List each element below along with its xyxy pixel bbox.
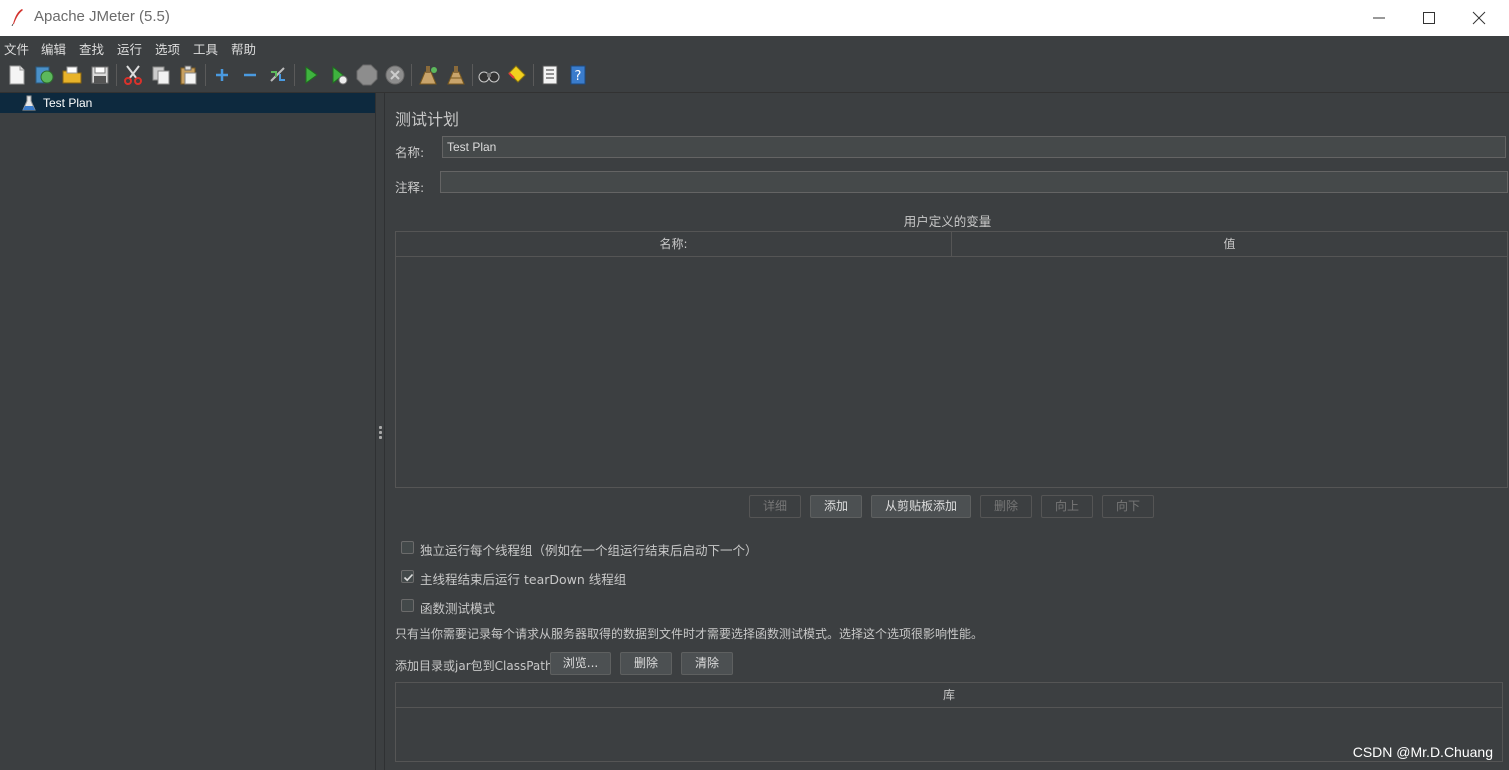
- save-icon[interactable]: [89, 64, 111, 86]
- functional-test-mode-label: 函数测试模式: [420, 601, 496, 616]
- menu-search[interactable]: 查找: [79, 39, 104, 58]
- name-label: 名称:: [395, 145, 425, 160]
- browse-button[interactable]: 浏览...: [550, 652, 611, 675]
- clear-all-icon[interactable]: [445, 64, 467, 86]
- move-down-button[interactable]: 向下: [1102, 495, 1154, 518]
- collapse-icon[interactable]: [239, 64, 261, 86]
- minimize-button[interactable]: [1354, 0, 1404, 36]
- open-icon[interactable]: [61, 64, 83, 86]
- tree-item-test-plan[interactable]: Test Plan: [0, 93, 375, 113]
- menu-tools[interactable]: 工具: [193, 39, 218, 58]
- toggle-icon[interactable]: [267, 64, 289, 86]
- copy-icon[interactable]: [150, 64, 172, 86]
- toolbar-separator: [472, 64, 473, 86]
- column-header-library[interactable]: 库: [396, 683, 1502, 708]
- close-window-button[interactable]: [1454, 0, 1504, 36]
- name-field[interactable]: Test Plan: [442, 136, 1506, 158]
- move-up-button[interactable]: 向上: [1041, 495, 1093, 518]
- watermark: CSDN @Mr.D.Chuang: [1352, 744, 1493, 760]
- tree-item-label: Test Plan: [43, 96, 93, 110]
- toolbar-separator: [116, 64, 117, 86]
- toolbar-separator: [205, 64, 206, 86]
- user-defined-variables-table[interactable]: 名称: 值: [395, 231, 1508, 488]
- grip-dot: [379, 431, 382, 434]
- test-plan-tree: Test Plan: [0, 93, 375, 770]
- menu-edit[interactable]: 编辑: [41, 39, 66, 58]
- function-helper-icon[interactable]: [539, 64, 561, 86]
- grip-dot: [379, 436, 382, 439]
- expand-icon[interactable]: [211, 64, 233, 86]
- add-button[interactable]: 添加: [810, 495, 862, 518]
- delete-button[interactable]: 删除: [980, 495, 1032, 518]
- toolbar-separator: [411, 64, 412, 86]
- window-title: Apache JMeter (5.5): [34, 8, 170, 25]
- stop-icon[interactable]: [356, 64, 378, 86]
- maximize-button[interactable]: [1404, 0, 1454, 36]
- start-no-pause-icon[interactable]: [328, 64, 350, 86]
- menu-run[interactable]: 运行: [117, 39, 142, 58]
- shutdown-icon[interactable]: [384, 64, 406, 86]
- toolbar-separator: [533, 64, 534, 86]
- column-header-value[interactable]: 值: [952, 232, 1507, 257]
- toolbar-separator: [294, 64, 295, 86]
- column-header-name[interactable]: 名称:: [396, 232, 952, 257]
- add-from-clipboard-button[interactable]: 从剪贴板添加: [871, 495, 971, 518]
- clear-icon[interactable]: [417, 64, 439, 86]
- classpath-delete-button[interactable]: 删除: [620, 652, 672, 675]
- comment-field[interactable]: [440, 171, 1508, 193]
- menu-options[interactable]: 选项: [155, 39, 180, 58]
- new-icon[interactable]: [6, 64, 28, 86]
- panel-title: 测试计划: [395, 110, 460, 129]
- toolbar: ?: [0, 58, 1509, 93]
- run-groups-consecutively-checkbox[interactable]: [401, 541, 414, 554]
- classpath-library-table[interactable]: 库: [395, 682, 1503, 762]
- split-pane-divider[interactable]: [375, 93, 385, 770]
- run-groups-consecutively-label: 独立运行每个线程组（例如在一个组运行结束后启动下一个）: [420, 543, 758, 558]
- start-icon[interactable]: [300, 64, 322, 86]
- title-bar: Apache JMeter (5.5): [0, 0, 1509, 36]
- teardown-after-shutdown-label: 主线程结束后运行 tearDown 线程组: [420, 572, 627, 587]
- grip-dot: [379, 426, 382, 429]
- svg-text:?: ?: [575, 69, 582, 84]
- cut-icon[interactable]: [122, 64, 144, 86]
- help-icon[interactable]: ?: [567, 64, 589, 86]
- menu-bar: 文件 编辑 查找 运行 选项 工具 帮助: [0, 36, 1509, 59]
- templates-icon[interactable]: [33, 64, 55, 86]
- search-icon[interactable]: [478, 64, 500, 86]
- classpath-label: 添加目录或jar包到ClassPath: [395, 659, 553, 673]
- user-defined-variables-title: 用户定义的变量: [903, 214, 992, 229]
- functional-mode-note: 只有当你需要记录每个请求从服务器取得的数据到文件时才需要选择函数测试模式。选择这…: [395, 627, 984, 641]
- flask-icon: [22, 95, 36, 111]
- comment-label: 注释:: [395, 180, 425, 195]
- menu-help[interactable]: 帮助: [231, 39, 256, 58]
- paste-icon[interactable]: [178, 64, 200, 86]
- detail-button[interactable]: 详细: [749, 495, 801, 518]
- functional-test-mode-checkbox[interactable]: [401, 599, 414, 612]
- test-plan-panel: 测试计划 名称: Test Plan 注释: 用户定义的变量 名称: 值 详细 …: [386, 93, 1509, 770]
- classpath-clear-button[interactable]: 清除: [681, 652, 733, 675]
- menu-file[interactable]: 文件: [4, 39, 29, 58]
- jmeter-feather-icon: [10, 8, 24, 27]
- teardown-after-shutdown-checkbox[interactable]: [401, 570, 414, 583]
- reset-search-icon[interactable]: [506, 64, 528, 86]
